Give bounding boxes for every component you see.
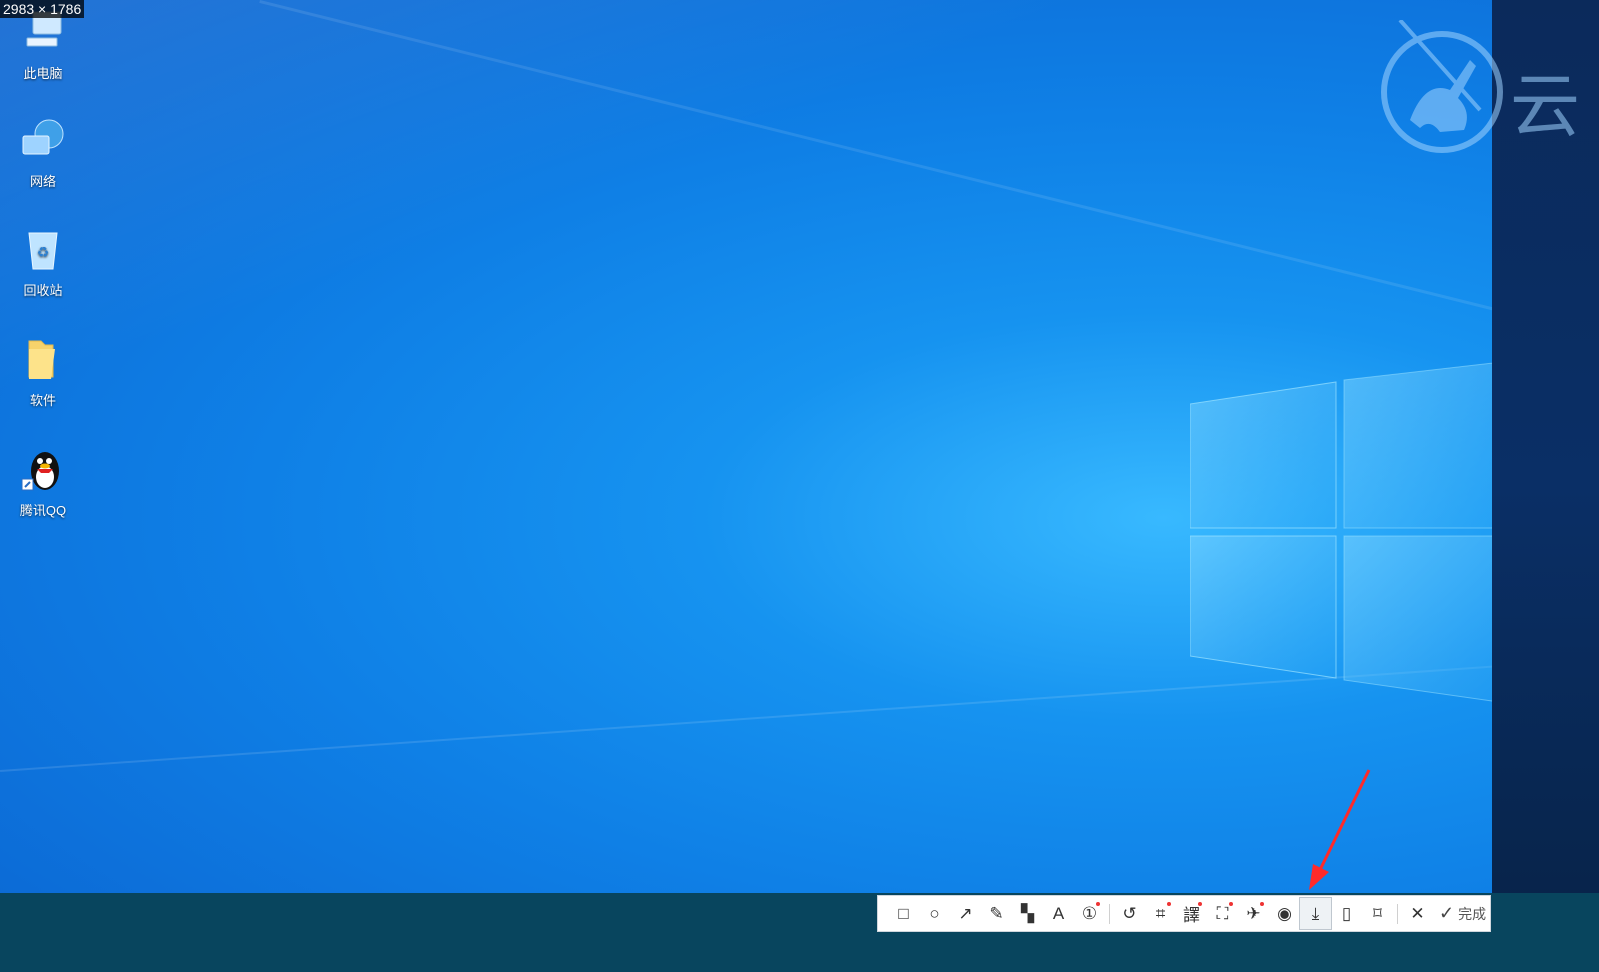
qq-penguin-icon <box>21 452 59 491</box>
number-tool-button[interactable]: ① <box>1074 898 1105 929</box>
rectangle-tool-icon: □ <box>898 903 909 923</box>
pin-tool-button[interactable]: ✈ <box>1238 898 1269 929</box>
mosaic-tool-button[interactable]: ▚ <box>1012 898 1043 929</box>
ellipse-tool-button[interactable]: ○ <box>919 898 950 929</box>
folder-icon <box>28 340 55 379</box>
text-tool-button[interactable]: A <box>1043 898 1074 929</box>
watermark: 云 <box>1380 18 1599 160</box>
mosaic-tool-icon: ▚ <box>1020 903 1035 923</box>
desktop-icon-this-pc[interactable]: 此电脑 <box>8 8 78 82</box>
ellipse-tool-icon: ○ <box>929 903 940 923</box>
new-badge-dot <box>1260 902 1264 906</box>
bookmark-tool-icon: ⌑ <box>1373 903 1382 923</box>
arrow-tool-button[interactable]: ↗ <box>950 898 981 929</box>
undo-tool-icon: ↺ <box>1122 903 1137 923</box>
new-badge-dot <box>1096 902 1100 906</box>
annotation-arrow-icon <box>1309 769 1371 890</box>
rectangle-tool-button[interactable]: □ <box>888 898 919 929</box>
undo-tool-button[interactable]: ↺ <box>1114 898 1145 929</box>
check-icon: ✓ <box>1439 903 1455 923</box>
ocr-tool-icon: ⌗ <box>1155 903 1166 923</box>
desktop-icon-network[interactable]: 网络 <box>8 116 78 190</box>
recycle-bin-icon: ♻ <box>28 232 58 270</box>
desktop-icon-recycle-bin[interactable]: ♻ 回收站 <box>8 225 78 299</box>
long-screenshot-tool-button[interactable]: ⤓ <box>1299 897 1332 930</box>
desktop-icon-software-folder[interactable]: 软件 <box>8 335 78 409</box>
light-beam <box>259 0 1492 342</box>
text-tool-icon: A <box>1052 903 1065 923</box>
save-tool-button[interactable]: ▯ <box>1331 898 1362 929</box>
number-tool-icon: ① <box>1081 903 1098 923</box>
desktop-background: 此电脑 网络 ♻ 回收站 软件 腾讯QQ <box>0 0 1492 893</box>
pen-tool-icon: ✎ <box>989 903 1004 923</box>
close-tool-icon: ✕ <box>1410 903 1425 923</box>
arrow-tool-icon: ↗ <box>958 903 973 923</box>
scan-tool-icon: ⛶ <box>1216 903 1229 923</box>
new-badge-dot <box>1167 902 1171 906</box>
close-tool-button[interactable]: ✕ <box>1402 898 1433 929</box>
desktop-icon-label: 网络 <box>29 174 56 189</box>
save-tool-icon: ▯ <box>1341 903 1352 923</box>
desktop-icon-label: 腾讯QQ <box>19 503 67 518</box>
pen-tool-button[interactable]: ✎ <box>981 898 1012 929</box>
network-icon <box>22 119 64 155</box>
desktop-icon-qq[interactable]: 腾讯QQ <box>8 445 78 519</box>
screenshot-toolbar: □ ○ ↗ ✎ ▚ A ① ↺ ⌗ 譯 ⛶ ✈ ◉ ⤓ ▯ ⌑ ✕ ✓ 完成 <box>877 895 1491 932</box>
new-badge-dot <box>1198 902 1202 906</box>
long-screenshot-tool-icon: ⤓ <box>1311 903 1320 923</box>
watermark-text: 云 <box>1510 65 1580 147</box>
toolbar-separator <box>1109 903 1110 924</box>
windows-logo-icon <box>1190 362 1492 702</box>
translate-tool-button[interactable]: 譯 <box>1176 898 1207 929</box>
scan-tool-button[interactable]: ⛶ <box>1207 898 1238 929</box>
record-tool-icon: ◉ <box>1277 903 1292 923</box>
record-tool-button[interactable]: ◉ <box>1269 898 1300 929</box>
selection-size-label: 2983 × 1786 <box>0 0 85 18</box>
done-label: 完成 <box>1458 905 1487 922</box>
bookmark-tool-button[interactable]: ⌑ <box>1362 898 1393 929</box>
desktop-icon-label: 此电脑 <box>23 66 63 81</box>
pin-tool-icon: ✈ <box>1246 903 1261 923</box>
done-button[interactable]: ✓ 完成 <box>1439 903 1486 924</box>
desktop-icon-label: 软件 <box>29 393 56 408</box>
svg-text:♻: ♻ <box>37 245 50 261</box>
desktop-icon-label: 回收站 <box>23 283 63 298</box>
toolbar-separator <box>1397 903 1398 924</box>
new-badge-dot <box>1229 902 1233 906</box>
ocr-tool-button[interactable]: ⌗ <box>1145 898 1176 929</box>
